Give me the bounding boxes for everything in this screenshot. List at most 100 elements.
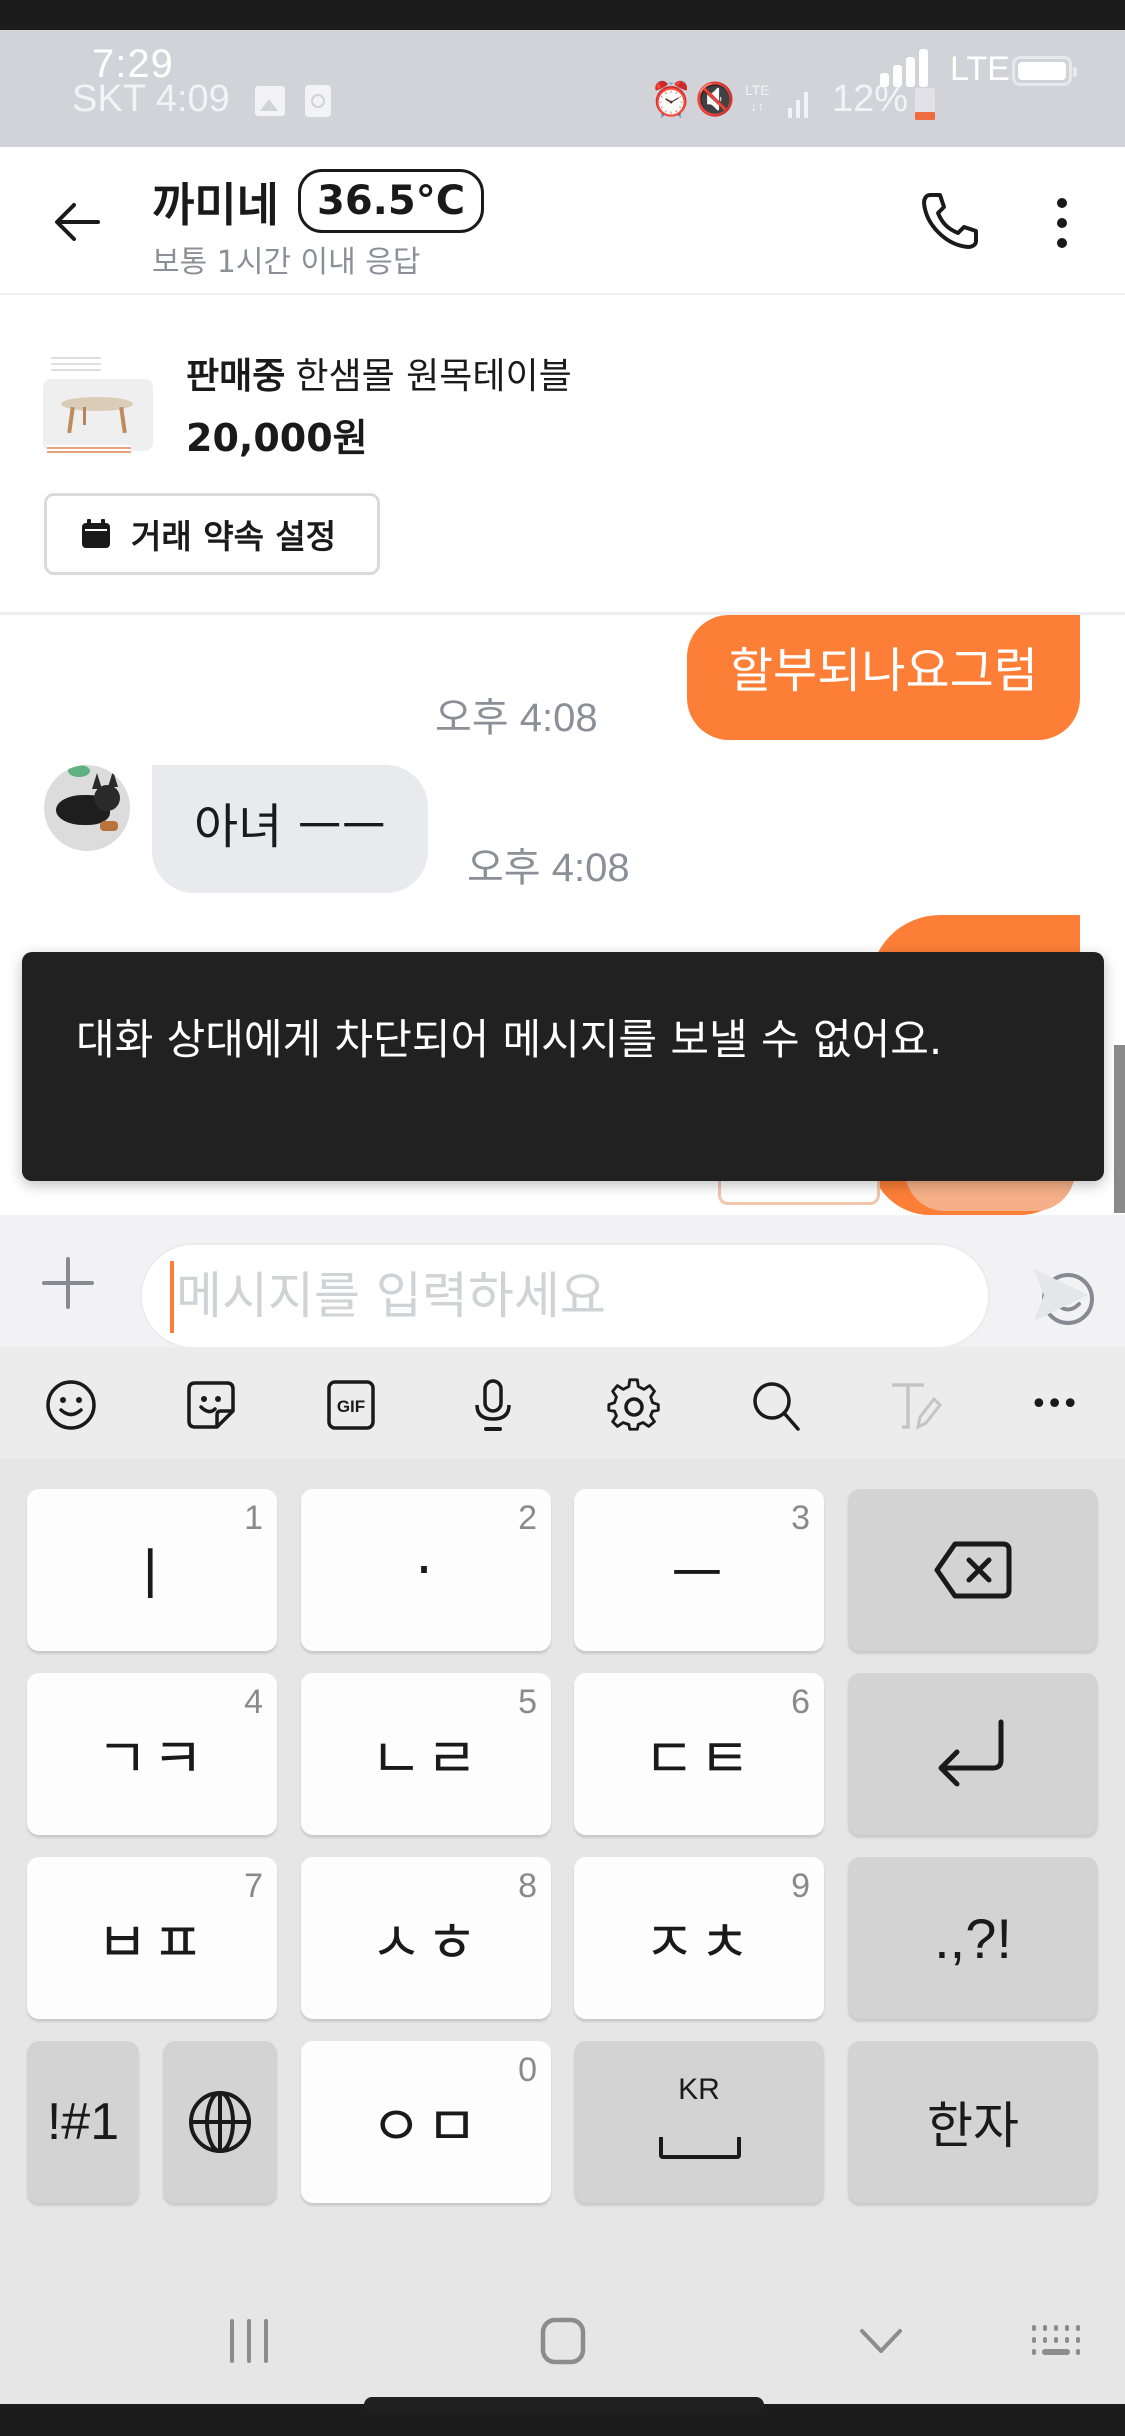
more-options-button[interactable]	[1048, 195, 1076, 251]
backspace-icon	[934, 1541, 1012, 1599]
key-s-h[interactable]: 8 ㅅㅎ	[301, 1857, 551, 2019]
recents-button[interactable]	[226, 2319, 272, 2367]
key-label: ㄷㅌ	[643, 1726, 755, 1792]
product-price: 20,000원	[186, 416, 368, 460]
home-button[interactable]	[540, 2317, 586, 2369]
set-appointment-label: 거래 약속 설정	[131, 517, 337, 556]
response-time-subtitle: 보통 1시간 이내 응답	[152, 245, 421, 280]
chat-partner-name[interactable]: 까미네	[152, 169, 279, 235]
key-i[interactable]: 1 ㅣ	[27, 1489, 277, 1651]
gif-icon: GIF	[327, 1380, 375, 1430]
battery-icon	[1012, 56, 1077, 86]
hide-keyboard-button[interactable]	[858, 2327, 904, 2359]
home-gesture-pill[interactable]	[364, 2397, 764, 2413]
key-space[interactable]: KR	[574, 2041, 824, 2203]
key-symbols[interactable]: !#1	[27, 2041, 139, 2203]
search-icon	[753, 1382, 800, 1431]
key-b-p[interactable]: 7 ㅂㅍ	[27, 1857, 277, 2019]
status-carrier-time: SKT 4:09	[72, 78, 230, 120]
key-label: ㅡ	[671, 1542, 727, 1608]
toolbar-voice-button[interactable]	[465, 1377, 521, 1433]
key-number-hint: 5	[518, 1683, 537, 1721]
clock-notification-icon	[305, 85, 331, 117]
battery-small-icon	[915, 88, 935, 120]
key-number-hint: 3	[791, 1499, 810, 1537]
gallery-notification-icon	[255, 86, 285, 116]
attach-button[interactable]	[40, 1255, 96, 1311]
enter-icon	[938, 1719, 1004, 1787]
signal-small-icon	[788, 88, 808, 118]
product-status: 판매중	[186, 356, 286, 397]
lte-label: LTE	[950, 50, 1010, 88]
status-bar: 7:29 SKT 4:09 ⏰ 🔇 LTE ↓↑ 12% LTE	[0, 30, 1125, 147]
microphone-icon	[475, 1379, 511, 1431]
more-icon: •••	[1030, 1387, 1079, 1422]
message-timestamp: 오후 4:08	[467, 846, 630, 890]
key-label: ㅇㅁ	[370, 2094, 482, 2160]
avatar-dog-head	[94, 785, 120, 811]
toolbar-sticker-button[interactable]	[183, 1377, 239, 1433]
message-input[interactable]	[176, 1245, 876, 1347]
manner-temperature-badge: 36.5°C	[298, 169, 485, 233]
outgoing-message[interactable]: 할부되나요그럼	[686, 615, 1080, 740]
toast-message: 대화 상대에게 차단되어 메시지를 보낼 수 없어요.	[76, 1015, 943, 1064]
key-enter[interactable]	[848, 1673, 1098, 1835]
key-number-hint: 8	[518, 1867, 537, 1905]
product-info-bar: 판매중 한샘몰 원목테이블 20,000원 거래 약속 설정	[0, 297, 1125, 615]
blocked-toast: 대화 상대에게 차단되어 메시지를 보낼 수 없어요.	[22, 952, 1104, 1181]
key-language[interactable]	[163, 2041, 277, 2203]
toolbar-emoji-button[interactable]	[43, 1377, 99, 1433]
set-appointment-button[interactable]: 거래 약속 설정	[44, 493, 380, 575]
call-button[interactable]	[918, 189, 982, 253]
send-icon	[1034, 1269, 1088, 1321]
chat-scrollbar[interactable]	[1114, 1045, 1125, 1213]
product-thumbnail[interactable]	[43, 349, 153, 459]
message-timestamp: 오후 4:08	[435, 696, 598, 740]
toolbar-more-button[interactable]: •••	[1030, 1377, 1086, 1433]
key-label: 한자	[927, 2097, 1019, 2155]
gif-label: GIF	[337, 1397, 365, 1416]
toolbar-gif-button[interactable]: GIF	[323, 1377, 379, 1433]
thumb-background	[43, 379, 153, 451]
back-button[interactable]	[50, 195, 104, 249]
key-dot[interactable]: 2 ·	[301, 1489, 551, 1651]
message-field[interactable]	[140, 1243, 1094, 1349]
key-j-ch[interactable]: 9 ㅈㅊ	[574, 1857, 824, 2019]
key-number-hint: 7	[244, 1867, 263, 1905]
key-n-r[interactable]: 5 ㄴㄹ	[301, 1673, 551, 1835]
system-nav-bar	[0, 2219, 1125, 2404]
send-button[interactable]	[1030, 1265, 1090, 1325]
toolbar-search-button[interactable]	[748, 1377, 804, 1433]
keyboard-switch-button[interactable]	[1030, 2323, 1082, 2361]
key-g-k[interactable]: 4 ㄱㅋ	[27, 1673, 277, 1835]
space-language-label: KR	[678, 2073, 720, 2106]
key-d-t[interactable]: 6 ㄷㅌ	[574, 1673, 824, 1835]
key-number-hint: 2	[518, 1499, 537, 1537]
key-o-m[interactable]: 0 ㅇㅁ	[301, 2041, 551, 2203]
keyboard-switch-icon	[1032, 2325, 1080, 2355]
lte-small-label: LTE	[745, 82, 770, 98]
globe-icon	[189, 2091, 251, 2153]
key-label: ㅣ	[124, 1542, 180, 1608]
calendar-icon	[82, 519, 110, 548]
key-hanja[interactable]: 한자	[848, 2041, 1098, 2203]
key-number-hint: 6	[791, 1683, 810, 1721]
emoji-icon	[46, 1380, 96, 1430]
key-eu[interactable]: 3 ㅡ	[574, 1489, 824, 1651]
incoming-message[interactable]: 아녀 ㅡㅡ	[152, 765, 428, 893]
toolbar-handwriting-button[interactable]	[888, 1377, 944, 1433]
key-label: .,?!	[934, 1906, 1012, 1970]
thumb-spec-text	[51, 353, 101, 375]
key-number-hint: 4	[244, 1683, 263, 1721]
product-title-line[interactable]: 판매중 한샘몰 원목테이블	[186, 347, 572, 399]
thumb-table-leg	[83, 407, 86, 425]
product-name: 한샘몰 원목테이블	[295, 356, 572, 397]
key-punctuation[interactable]: .,?!	[848, 1857, 1098, 2019]
avatar-dog-paw	[100, 821, 118, 831]
key-backspace[interactable]	[848, 1489, 1098, 1651]
partner-avatar[interactable]	[44, 765, 130, 851]
text-caret	[170, 1261, 174, 1333]
key-label: !#1	[46, 2093, 120, 2151]
plus-icon	[42, 1257, 94, 1309]
toolbar-settings-button[interactable]	[606, 1377, 662, 1433]
